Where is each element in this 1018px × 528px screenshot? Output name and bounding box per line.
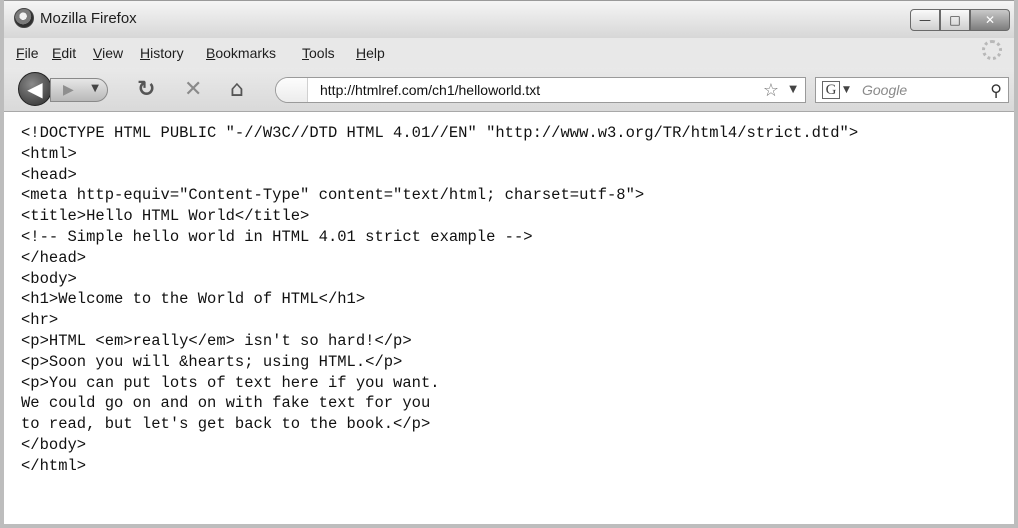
text-line: <p>Soon you will &hearts; using HTML.</p… [21,352,403,371]
menu-bookmarks[interactable]: Bookmarks [206,45,276,61]
text-line: </head> [21,248,87,267]
back-button[interactable]: ◀ [18,72,52,106]
reload-icon: ↻ [137,77,156,102]
reload-button[interactable]: ↻ [137,78,155,102]
text-line: <hr> [21,311,59,330]
engine-dropdown-icon[interactable]: ▼ [843,85,850,95]
navigation-toolbar: ◀ ▶ ▼ ↻ ✕ ⌂ http://htmlref.com/ch1/hello… [4,68,1014,112]
menu-bar: File Edit View History Bookmarks Tools H… [4,38,1014,68]
stop-button[interactable]: ✕ [184,78,202,102]
star-icon[interactable]: ☆ [763,80,779,101]
text-line: <title>Hello HTML World</title> [21,207,310,226]
search-bar[interactable]: G ▼ Google ⚲ [815,77,1009,103]
text-line: <html> [21,144,77,163]
history-dropdown-icon[interactable]: ▼ [91,83,99,94]
google-engine-icon[interactable]: G [822,81,840,99]
text-line: <h1>Welcome to the World of HTML</h1> [21,290,366,309]
firefox-logo-icon [14,8,34,28]
text-line: <!-- Simple hello world in HTML 4.01 str… [21,227,533,246]
home-button[interactable]: ⌂ [230,78,244,102]
stop-icon: ✕ [184,77,203,102]
browser-window: Mozilla Firefox — □ ✕ File Edit View His… [0,0,1018,528]
menu-edit[interactable]: Edit [52,45,76,61]
minimize-button[interactable]: — [910,9,940,31]
text-line: </html> [21,456,87,475]
forward-button[interactable]: ▶ ▼ [50,78,108,102]
close-button[interactable]: ✕ [970,9,1010,31]
forward-arrow-icon: ▶ [63,82,74,98]
text-line: <p>HTML <em>really</em> isn't so hard!</… [21,331,412,350]
search-icon[interactable]: ⚲ [990,81,1002,100]
home-icon: ⌂ [230,77,244,102]
window-controls: — □ ✕ [910,9,1010,31]
text-line: <!DOCTYPE HTML PUBLIC "-//W3C//DTD HTML … [21,124,859,142]
loading-throbber-icon [982,40,1002,60]
menu-file[interactable]: File [16,45,39,61]
title-bar: Mozilla Firefox — □ ✕ [4,0,1014,38]
menu-view[interactable]: View [93,45,123,61]
search-input[interactable]: Google [862,82,907,98]
menu-history[interactable]: History [140,45,184,61]
menu-help[interactable]: Help [356,45,385,61]
text-line: We could go on and on with fake text for… [21,394,431,413]
site-identity-button[interactable] [276,78,308,102]
maximize-button[interactable]: □ [940,9,970,31]
text-line: <body> [21,269,77,288]
address-bar[interactable]: http://htmlref.com/ch1/helloworld.txt ☆ … [275,77,806,103]
page-content: <!DOCTYPE HTML PUBLIC "-//W3C//DTD HTML … [4,112,1014,524]
back-arrow-icon: ◀ [27,77,43,101]
url-dropdown-icon[interactable]: ▼ [789,84,797,95]
text-line: <p>You can put lots of text here if you … [21,373,440,392]
text-line: <meta http-equiv="Content-Type" content=… [21,186,645,205]
text-line: </body> [21,435,87,454]
url-text[interactable]: http://htmlref.com/ch1/helloworld.txt [320,82,540,98]
source-text: <!DOCTYPE HTML PUBLIC "-//W3C//DTD HTML … [21,123,1014,477]
menu-tools[interactable]: Tools [302,45,335,61]
window-title: Mozilla Firefox [40,10,137,27]
text-line: to read, but let's get back to the book.… [21,415,431,434]
text-line: <head> [21,165,77,184]
